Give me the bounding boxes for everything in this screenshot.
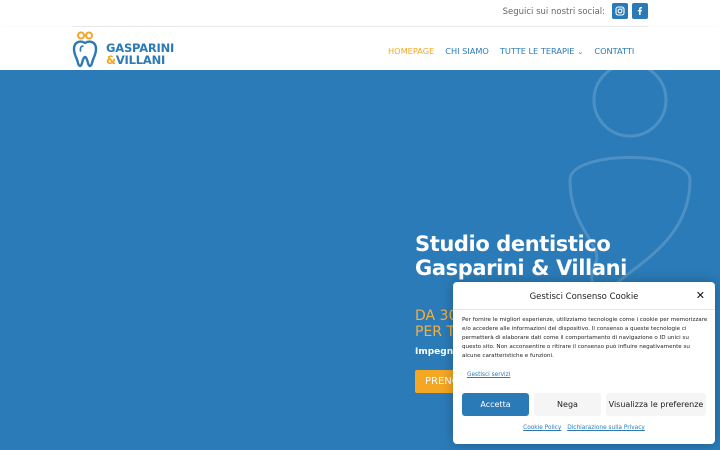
cookie-dialog-body: Per fornire le migliori esperienze, util…	[462, 317, 708, 359]
cookie-divider	[453, 309, 715, 310]
cookie-button-row: Accetta Nega Visualizza le preferenze	[462, 393, 706, 416]
site-logo[interactable]: GASPARINI &VILLANI	[72, 31, 182, 69]
hero-title: Studio dentistico Gasparini & Villani	[415, 232, 627, 280]
deny-button[interactable]: Nega	[534, 393, 601, 416]
cookie-dialog-title: Gestisci Consenso Cookie	[529, 292, 639, 302]
privacy-statement-link[interactable]: Dichiarazione sulla Privacy	[567, 425, 645, 431]
top-bar: Seguici sui nostri social:	[0, 0, 720, 26]
instagram-icon[interactable]	[612, 3, 628, 19]
page: Seguici sui nostri social: GASPARINI &VI…	[0, 0, 720, 450]
nav-item-chi-siamo[interactable]: CHI SIAMO	[445, 46, 489, 56]
view-preferences-button[interactable]: Visualizza le preferenze	[606, 393, 706, 416]
nav-item-homepage[interactable]: HOMEPAGE	[388, 46, 434, 56]
cookie-footer-links: Cookie Policy Dichiarazione sulla Privac…	[453, 425, 715, 431]
logo-wordmark: GASPARINI &VILLANI	[106, 42, 174, 66]
nav-item-label: TUTTE LE TERAPIE	[499, 46, 575, 56]
cookie-policy-link[interactable]: Cookie Policy	[523, 425, 561, 431]
logo-ampersand: &	[106, 53, 116, 67]
tooth-logo-icon	[72, 31, 98, 68]
site-header: GASPARINI &VILLANI HOMEPAGE CHI SIAMO TU…	[0, 27, 720, 70]
social-label: Seguici sui nostri social:	[502, 7, 605, 17]
logo-line-2: VILLANI	[115, 53, 166, 67]
cookie-consent-dialog: Gestisci Consenso Cookie ✕ Per fornire l…	[453, 282, 715, 444]
nav-item-contatti[interactable]: CONTATTI	[594, 46, 634, 56]
nav-item-tutte-le-terapie[interactable]: TUTTE LE TERAPIE ⌄	[500, 46, 584, 56]
manage-services-link[interactable]: Gestisci servizi	[467, 372, 510, 378]
facebook-icon[interactable]	[632, 3, 648, 19]
chevron-down-icon: ⌄	[577, 48, 584, 56]
main-nav: HOMEPAGE CHI SIAMO TUTTE LE TERAPIE ⌄ CON…	[388, 46, 645, 56]
accept-button[interactable]: Accetta	[462, 393, 529, 416]
close-icon[interactable]: ✕	[696, 290, 705, 301]
